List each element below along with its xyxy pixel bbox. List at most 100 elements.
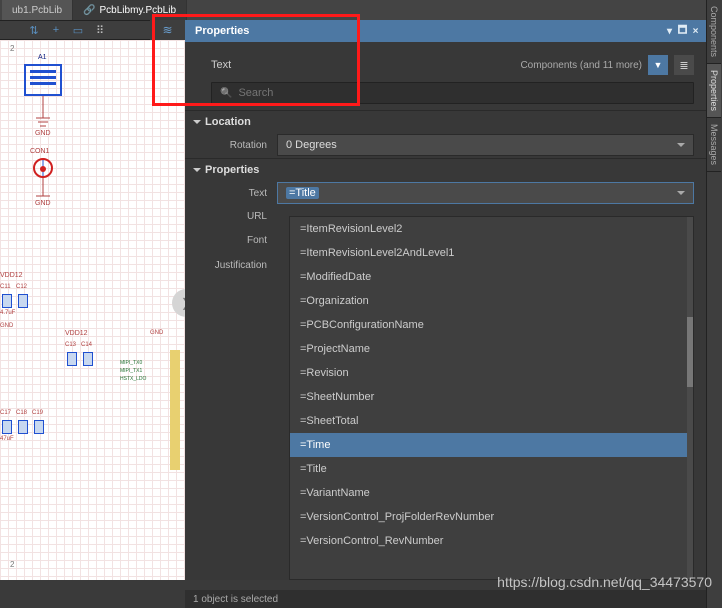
- dropdown-item[interactable]: =VersionControl_ProjFolderRevNumber: [290, 505, 693, 529]
- val-47uf: 4.7uF: [0, 310, 15, 316]
- link-icon: 🔗: [83, 5, 95, 16]
- rotation-dropdown[interactable]: 0 Degrees: [277, 134, 694, 156]
- netlabel: MIPI_TX0: [120, 360, 142, 366]
- tab-label: ub1.PcbLib: [12, 5, 62, 16]
- status-bar: 1 object is selected: [185, 590, 706, 608]
- desig-c11: C11: [0, 284, 11, 290]
- tab-label: PcbLibmy.PcbLib: [100, 5, 177, 16]
- dropdown-item[interactable]: =SheetTotal: [290, 409, 693, 433]
- dropdown-item[interactable]: =Organization: [290, 289, 693, 313]
- section-properties[interactable]: Properties: [185, 158, 706, 180]
- search-input[interactable]: [238, 87, 685, 99]
- desig-c18: C18: [16, 410, 27, 416]
- layers-icon[interactable]: ≋: [150, 20, 185, 40]
- font-label: Font: [185, 235, 277, 246]
- rect-icon[interactable]: ▭: [70, 22, 86, 38]
- vdd12-label: VDD12: [0, 272, 23, 279]
- panel-close-icon[interactable]: ×: [691, 27, 700, 36]
- scope-text: Components (and 11 more): [520, 60, 642, 71]
- search-icon: 🔍: [220, 88, 232, 99]
- dropdown-item[interactable]: =ItemRevisionLevel2AndLevel1: [290, 241, 693, 265]
- dropdown-item[interactable]: =Revision: [290, 361, 693, 385]
- scrollbar-track[interactable]: [687, 217, 693, 579]
- cap-c18[interactable]: [18, 420, 28, 434]
- rail-tab-properties[interactable]: Properties: [707, 64, 721, 118]
- caret-down-icon: [193, 120, 201, 124]
- rotation-value: 0 Degrees: [286, 139, 337, 151]
- cap-c14[interactable]: [83, 352, 93, 366]
- section-location[interactable]: Location: [185, 110, 706, 132]
- schematic-canvas[interactable]: 2 A1 GND CON1 GND VDD12 C11 C12 4.7uF GN…: [0, 40, 185, 580]
- filter-button[interactable]: ▼: [648, 55, 668, 75]
- filter-icon[interactable]: ⇅: [26, 22, 42, 38]
- dropdown-item[interactable]: =PCBConfigurationName: [290, 313, 693, 337]
- text-dropdown-list[interactable]: =ItemRevisionLevel2=ItemRevisionLevel2An…: [289, 216, 694, 580]
- url-label: URL: [185, 211, 277, 222]
- section-title: Properties: [205, 164, 259, 176]
- gnd-label: GND: [35, 200, 51, 207]
- funnel-icon: ▼: [654, 60, 663, 70]
- wires: [0, 40, 185, 580]
- rotation-label: Rotation: [185, 140, 277, 151]
- section-title: Location: [205, 116, 251, 128]
- panel-header[interactable]: Properties ▾ 🗖 ×: [185, 20, 706, 42]
- netlabel: HSTX_LDO: [120, 376, 146, 382]
- text-combobox[interactable]: =Title: [277, 182, 694, 204]
- dropdown-item[interactable]: =Time: [290, 433, 693, 457]
- chevron-down-icon: [677, 143, 685, 147]
- dropdown-item[interactable]: =ItemRevisionLevel2: [290, 217, 693, 241]
- properties-panel: Properties ▾ 🗖 × Text Components (and 11…: [185, 20, 706, 580]
- document-tabs: ub1.PcbLib 🔗 PcbLibmy.PcbLib: [0, 0, 706, 20]
- search-field[interactable]: 🔍: [211, 82, 694, 104]
- grip-icon[interactable]: ⠿: [92, 22, 108, 38]
- cap-c13[interactable]: [67, 352, 77, 366]
- plus-icon[interactable]: +: [48, 22, 64, 38]
- panel-title: Properties: [195, 25, 249, 37]
- gnd: GND: [0, 323, 13, 329]
- text-value: =Title: [286, 187, 319, 199]
- caret-down-icon: [193, 168, 201, 172]
- dropdown-item[interactable]: =ModifiedDate: [290, 265, 693, 289]
- tab-doc1[interactable]: ub1.PcbLib: [2, 0, 73, 20]
- dropdown-item[interactable]: =Title: [290, 457, 693, 481]
- gnd-label: GND: [35, 130, 51, 137]
- gnd: GND: [150, 330, 163, 336]
- scrollbar-thumb[interactable]: [687, 317, 693, 387]
- cap-c11[interactable]: [2, 294, 12, 308]
- desig-c17: C17: [0, 410, 11, 416]
- status-text: 1 object is selected: [193, 594, 278, 605]
- rail-tab-messages[interactable]: Messages: [707, 118, 721, 172]
- tab-doc2[interactable]: 🔗 PcbLibmy.PcbLib: [73, 0, 187, 20]
- cap-c19[interactable]: [34, 420, 44, 434]
- panel-dropdown-icon[interactable]: ▾: [665, 27, 674, 36]
- pin-dot: [40, 166, 46, 172]
- val: 47uF: [0, 436, 14, 442]
- justification-label: Justification: [185, 260, 277, 271]
- row-rotation: Rotation 0 Degrees: [185, 132, 706, 158]
- dropdown-item[interactable]: =SheetNumber: [290, 385, 693, 409]
- con1-label: CON1: [30, 148, 49, 155]
- selection-scope: Components (and 11 more) ▼ ≣: [520, 55, 694, 75]
- panel-maximize-icon[interactable]: 🗖: [678, 27, 687, 36]
- vdd12-label: VDD12: [65, 330, 88, 337]
- connector-strip[interactable]: [170, 350, 180, 470]
- rail-tab-components[interactable]: Components: [707, 0, 721, 64]
- row-text: Text =Title: [185, 180, 706, 206]
- watermark: https://blog.csdn.net/qq_34473570: [497, 574, 712, 590]
- column-footer: 2: [10, 560, 14, 569]
- panel-sub-header: Text Components (and 11 more) ▼ ≣: [185, 42, 706, 82]
- desig-c19: C19: [32, 410, 43, 416]
- cap-c12[interactable]: [18, 294, 28, 308]
- text-label: Text: [185, 188, 277, 199]
- list-button[interactable]: ≣: [674, 55, 694, 75]
- dropdown-item[interactable]: =ProjectName: [290, 337, 693, 361]
- list-icon: ≣: [679, 59, 688, 72]
- side-rail: Components Properties Messages: [706, 0, 722, 608]
- panel-header-controls: ▾ 🗖 ×: [665, 20, 700, 42]
- netlabel: MIPI_TX1: [120, 368, 142, 374]
- object-type-label: Text: [211, 59, 231, 71]
- dropdown-item[interactable]: =VersionControl_RevNumber: [290, 529, 693, 553]
- cap-c17[interactable]: [2, 420, 12, 434]
- desig-c14: C14: [81, 342, 92, 348]
- dropdown-item[interactable]: =VariantName: [290, 481, 693, 505]
